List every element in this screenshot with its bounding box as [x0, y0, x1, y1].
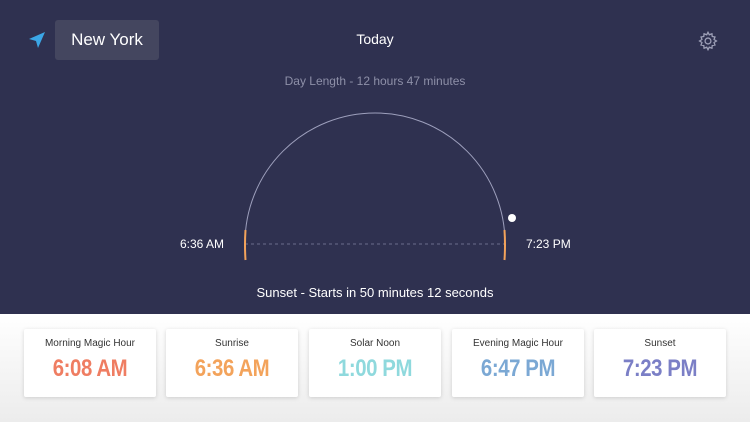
sun-arc-diagram [244, 112, 516, 261]
card-morning-magic-hour[interactable]: Morning Magic Hour 6:08 AM [24, 329, 156, 397]
sunset-time-label: 7:23 PM [526, 237, 571, 251]
sunrise-time-label: 6:36 AM [179, 237, 224, 251]
card-sunset[interactable]: Sunset 7:23 PM [594, 329, 726, 397]
sunset-countdown: Sunset - Starts in 50 minutes 12 seconds [256, 285, 494, 300]
card-time: 6:47 PM [480, 355, 556, 382]
card-evening-magic-hour[interactable]: Evening Magic Hour 6:47 PM [452, 329, 584, 397]
card-sunrise[interactable]: Sunrise 6:36 AM [166, 329, 298, 397]
time-cards: Morning Magic Hour 6:08 AM Sunrise 6:36 … [24, 329, 736, 399]
card-label: Sunrise [215, 338, 249, 349]
sunrise-marker [244, 229, 247, 261]
card-time: 6:36 AM [194, 355, 270, 382]
card-label: Solar Noon [349, 338, 401, 349]
card-time: 1:00 PM [337, 355, 413, 382]
card-solar-noon[interactable]: Solar Noon 1:00 PM [309, 329, 441, 397]
sun-arc [244, 112, 506, 244]
card-time: 6:08 AM [52, 355, 128, 382]
sun-position-dot [508, 214, 516, 222]
card-time: 7:23 PM [622, 355, 698, 382]
card-label: Morning Magic Hour [44, 338, 136, 349]
card-label: Evening Magic Hour [472, 338, 564, 349]
sun-panel: New York Today Day Length - 12 hours 47 … [0, 0, 750, 314]
sunset-marker [503, 229, 506, 261]
card-label: Sunset [644, 338, 676, 349]
